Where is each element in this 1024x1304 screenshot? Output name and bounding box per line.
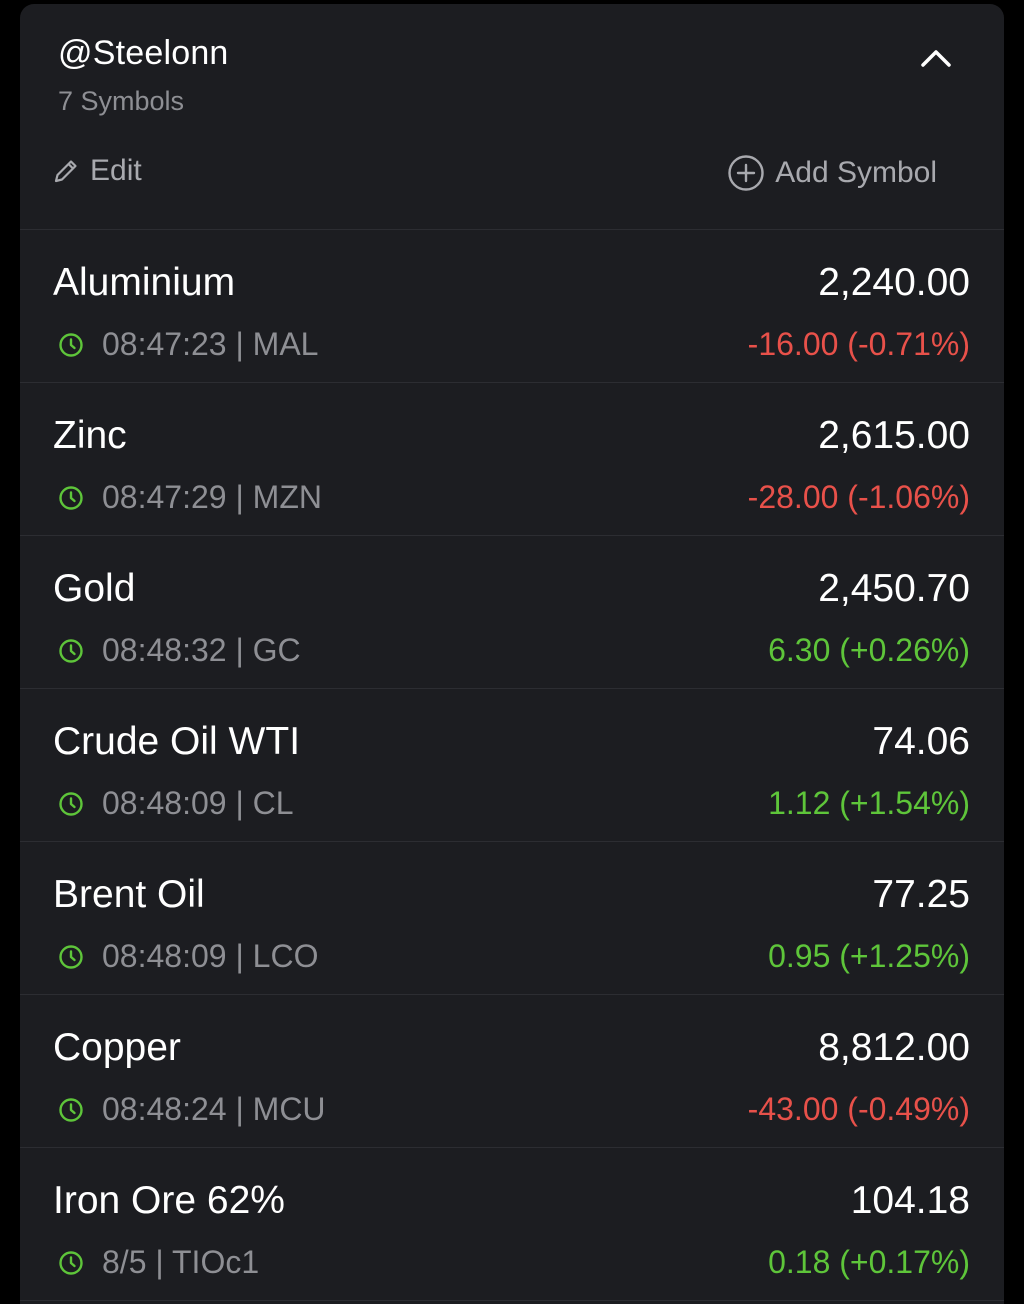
symbol-price: 8,812.00 [818, 1026, 970, 1069]
clock-icon [58, 1097, 84, 1123]
pencil-icon [54, 160, 77, 183]
symbol-meta: 8/5 | TIOc1 [58, 1244, 259, 1281]
symbol-change: 0.95 (+1.25%) [768, 938, 970, 974]
symbol-change: -43.00 (-0.49%) [747, 1091, 970, 1127]
symbol-change: 0.18 (+0.17%) [768, 1244, 970, 1280]
symbol-change: 1.12 (+1.54%) [768, 785, 970, 821]
symbol-name: Aluminium [53, 261, 236, 304]
symbol-meta: 08:47:23 | MAL [58, 326, 318, 363]
watchlist-title: @Steelonn [58, 34, 229, 72]
clock-icon [58, 791, 84, 817]
edit-label: Edit [90, 154, 142, 187]
watchlist-header: @Steelonn 7 Symbols Edit Add Symbol [20, 4, 1004, 230]
symbol-meta: 08:48:32 | GC [58, 632, 301, 669]
clock-icon [58, 1250, 84, 1276]
symbol-name: Copper [53, 1026, 181, 1069]
symbol-count: 7 Symbols [58, 86, 185, 116]
symbol-meta: 08:48:09 | CL [58, 785, 294, 822]
edit-button[interactable]: Edit [52, 154, 142, 188]
symbol-time-code: 08:48:09 | CL [102, 785, 294, 821]
symbol-row[interactable]: Gold 2,450.70 08:48:32 | GC 6.30 (+0.26%… [20, 536, 1004, 689]
symbol-row[interactable]: Aluminium 2,240.00 08:47:23 | MAL -16.00… [20, 230, 1004, 383]
symbol-name: Brent Oil [53, 873, 205, 916]
add-symbol-button[interactable]: Add Symbol [727, 154, 937, 192]
plus-circle-icon [728, 155, 764, 191]
symbol-time-code: 08:48:32 | GC [102, 632, 301, 668]
chevron-up-icon [921, 50, 951, 67]
symbol-row[interactable]: Brent Oil 77.25 08:48:09 | LCO 0.95 (+1.… [20, 842, 1004, 995]
clock-icon [58, 638, 84, 664]
symbol-name: Zinc [53, 414, 127, 457]
symbol-price: 104.18 [850, 1179, 970, 1222]
symbol-change: -28.00 (-1.06%) [747, 479, 970, 515]
symbol-price: 2,615.00 [818, 414, 970, 457]
symbol-row[interactable]: Zinc 2,615.00 08:47:29 | MZN -28.00 (-1.… [20, 383, 1004, 536]
symbol-list: Aluminium 2,240.00 08:47:23 | MAL -16.00… [20, 230, 1004, 1301]
symbol-price: 74.06 [872, 720, 970, 763]
symbol-name: Iron Ore 62% [53, 1179, 285, 1222]
symbol-meta: 08:47:29 | MZN [58, 479, 322, 516]
symbol-name: Crude Oil WTI [53, 720, 301, 763]
symbol-row[interactable]: Iron Ore 62% 104.18 8/5 | TIOc1 0.18 (+0… [20, 1148, 1004, 1301]
watchlist-panel: @Steelonn 7 Symbols Edit Add Symbol Alum… [20, 4, 1004, 1304]
add-symbol-label: Add Symbol [775, 156, 937, 189]
symbol-time-code: 8/5 | TIOc1 [102, 1244, 260, 1280]
collapse-button[interactable] [916, 40, 956, 76]
symbol-time-code: 08:47:29 | MZN [102, 479, 322, 515]
symbol-price: 2,240.00 [818, 261, 970, 304]
symbol-change: -16.00 (-0.71%) [747, 326, 970, 362]
clock-icon [58, 944, 84, 970]
symbol-meta: 08:48:24 | MCU [58, 1091, 326, 1128]
symbol-time-code: 08:48:24 | MCU [102, 1091, 326, 1127]
symbol-row[interactable]: Crude Oil WTI 74.06 08:48:09 | CL 1.12 (… [20, 689, 1004, 842]
symbol-meta: 08:48:09 | LCO [58, 938, 318, 975]
symbol-change: 6.30 (+0.26%) [768, 632, 970, 668]
clock-icon [58, 485, 84, 511]
symbol-time-code: 08:48:09 | LCO [102, 938, 319, 974]
symbol-price: 77.25 [872, 873, 970, 916]
symbol-name: Gold [53, 567, 136, 610]
clock-icon [58, 332, 84, 358]
symbol-price: 2,450.70 [818, 567, 970, 610]
symbol-time-code: 08:47:23 | MAL [102, 326, 319, 362]
symbol-row[interactable]: Copper 8,812.00 08:48:24 | MCU -43.00 (-… [20, 995, 1004, 1148]
